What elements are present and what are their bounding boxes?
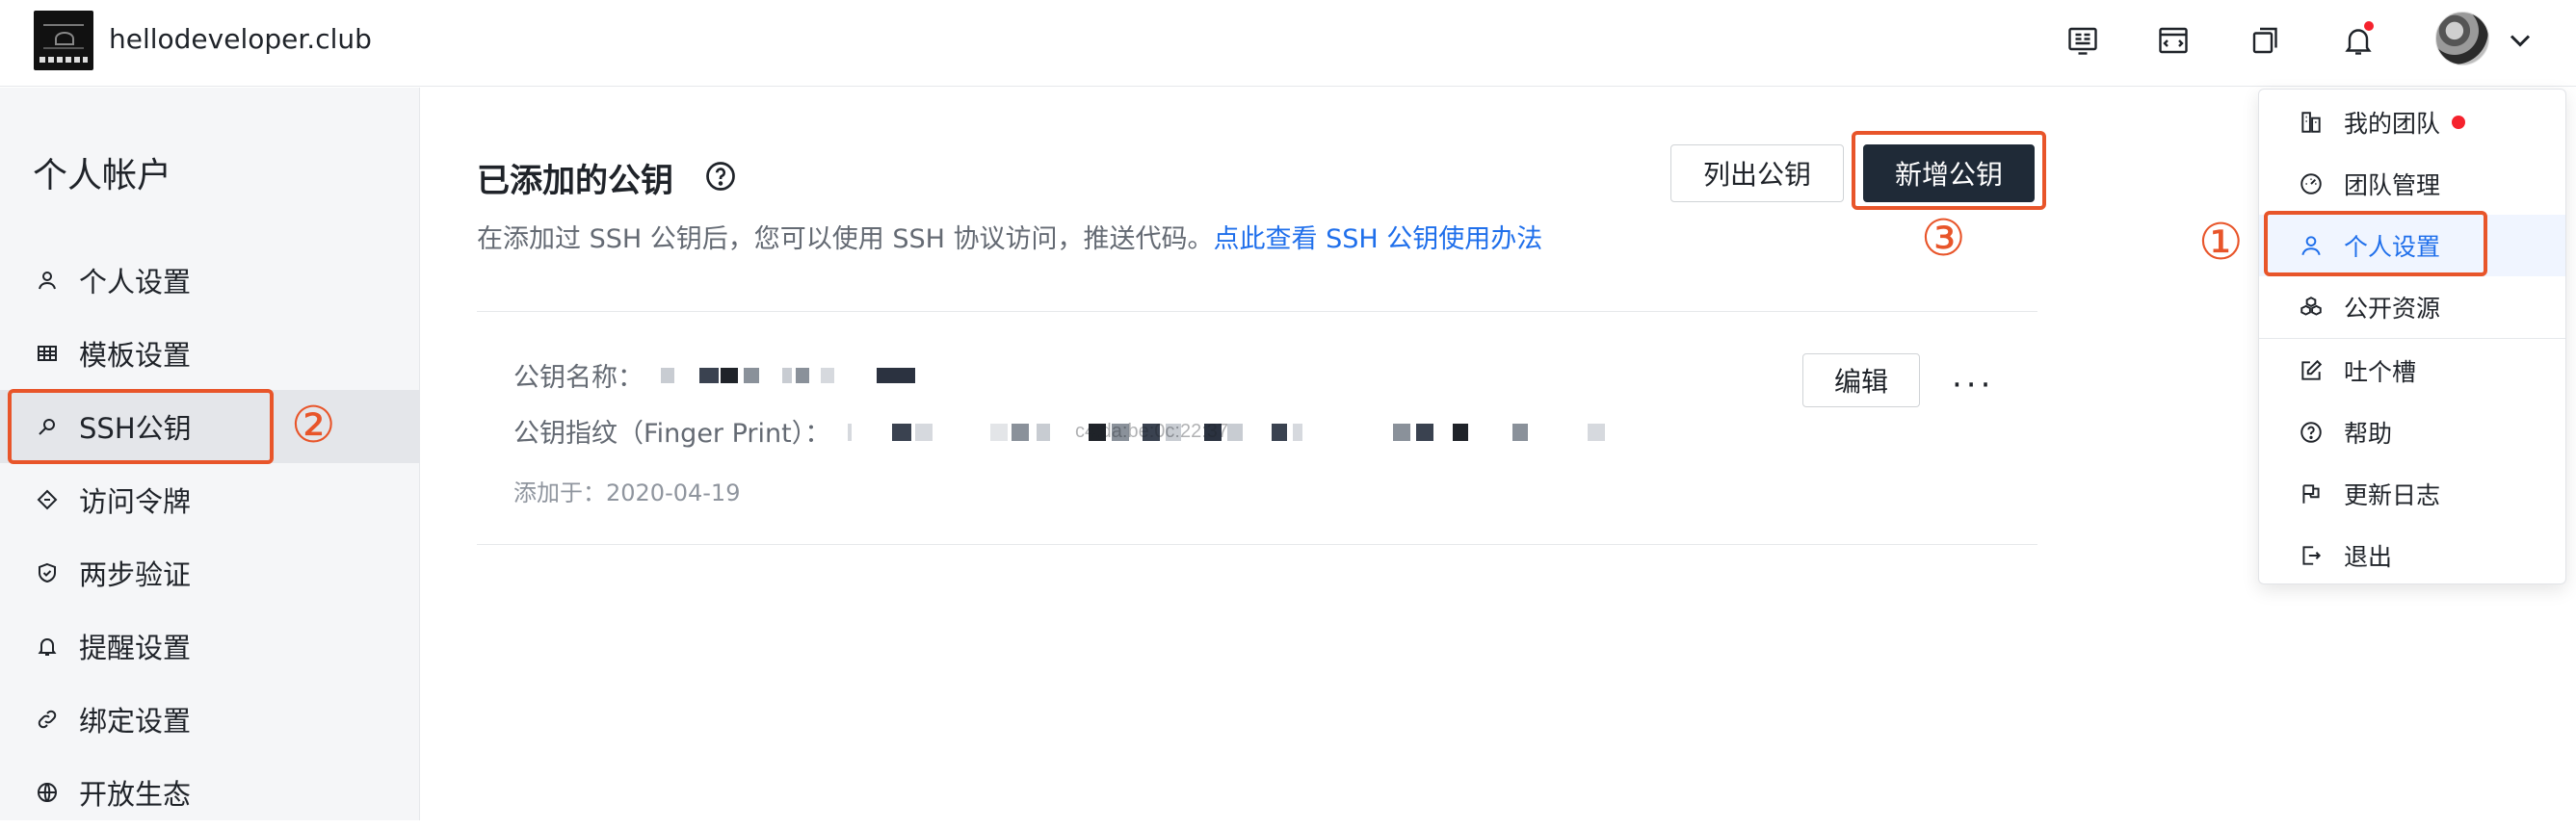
- copy-icon[interactable]: [2247, 21, 2285, 60]
- sidebar-item-open-ecosystem[interactable]: 开放生态: [0, 756, 420, 829]
- help-icon: [2298, 419, 2325, 446]
- key-name-redacted: [661, 366, 915, 385]
- key-added-date: 添加于：2020-04-19: [513, 479, 741, 506]
- top-bar: hellodeveloper.club: [0, 0, 2576, 87]
- sidebar-item-label: 开放生态: [79, 778, 192, 811]
- menu-item-logout[interactable]: 退出: [2259, 525, 2565, 586]
- divider-bottom: [477, 544, 2037, 545]
- user-icon: [2298, 232, 2325, 259]
- ticket-icon: [33, 485, 62, 514]
- sidebar-item-label: 模板设置: [79, 339, 192, 372]
- edit-key-button[interactable]: 编辑: [1802, 353, 1920, 407]
- menu-item-personal-settings[interactable]: 个人设置: [2259, 215, 2565, 276]
- globe-icon: [33, 778, 62, 807]
- menu-item-feedback[interactable]: 吐个槽: [2259, 340, 2565, 402]
- more-options-icon[interactable]: ···: [1952, 366, 1994, 404]
- sidebar: 个人帐户 个人设置 模板设置 SSH公钥 访问令牌 两步验证 提醒设置 绑定设置…: [0, 88, 420, 820]
- notification-dot: [2452, 116, 2466, 129]
- user-icon: [33, 266, 62, 295]
- menu-item-label: 吐个槽: [2344, 358, 2417, 386]
- table-icon: [33, 339, 62, 368]
- list-keys-button[interactable]: 列出公钥: [1670, 144, 1844, 202]
- sidebar-item-label: 绑定设置: [79, 705, 192, 738]
- annotation-number-3: ③: [1921, 210, 1966, 268]
- site-name[interactable]: hellodeveloper.club: [109, 23, 372, 55]
- calendar-window-icon[interactable]: [2154, 21, 2193, 60]
- add-key-button[interactable]: 新增公钥: [1863, 144, 2035, 202]
- user-dropdown-menu: 我的团队 团队管理 个人设置 公开资源 吐个槽 帮助 更新日志 退出: [2258, 89, 2566, 584]
- key-fingerprint-label: 公钥指纹（Finger Print）：: [513, 419, 831, 449]
- cubes-icon: [2298, 294, 2325, 321]
- menu-item-help[interactable]: 帮助: [2259, 402, 2565, 463]
- description-text: 在添加过 SSH 公钥后，您可以使用 SSH 协议访问，推送代码。: [477, 224, 1214, 254]
- help-icon[interactable]: [703, 159, 738, 194]
- logout-icon: [2298, 542, 2325, 569]
- avatar[interactable]: [2435, 12, 2489, 65]
- sidebar-item-label: 访问令牌: [79, 485, 192, 518]
- annotation-number-2: ②: [291, 397, 336, 454]
- bell-icon: [33, 632, 62, 661]
- sidebar-item-template-settings[interactable]: 模板设置: [0, 317, 420, 390]
- sidebar-item-label: 个人设置: [79, 266, 192, 298]
- sidebar-item-two-factor[interactable]: 两步验证: [0, 536, 420, 609]
- book-icon[interactable]: [2063, 21, 2102, 60]
- chevron-down-icon[interactable]: [2503, 23, 2537, 58]
- sidebar-item-bindings[interactable]: 绑定设置: [0, 683, 420, 756]
- sidebar-title: 个人帐户: [33, 156, 172, 195]
- sidebar-item-access-tokens[interactable]: 访问令牌: [0, 463, 420, 536]
- edit-icon: [2298, 357, 2325, 384]
- sidebar-item-label: 提醒设置: [79, 632, 192, 664]
- team-icon: [2298, 109, 2325, 136]
- divider-top: [477, 311, 2037, 312]
- menu-divider: [2259, 338, 2565, 339]
- page-description: 在添加过 SSH 公钥后，您可以使用 SSH 协议访问，推送代码。点此查看 SS…: [477, 218, 1542, 255]
- dashboard-icon: [2298, 170, 2325, 197]
- menu-item-label: 帮助: [2344, 420, 2393, 448]
- menu-item-label: 团队管理: [2344, 171, 2441, 199]
- notification-dot: [2362, 19, 2376, 33]
- sidebar-item-reminders[interactable]: 提醒设置: [0, 609, 420, 683]
- menu-item-changelog[interactable]: 更新日志: [2259, 463, 2565, 525]
- sidebar-item-label: 两步验证: [79, 558, 192, 591]
- menu-item-team-management[interactable]: 团队管理: [2259, 153, 2565, 215]
- menu-item-label: 个人设置: [2344, 233, 2441, 261]
- sidebar-item-label: SSH公钥: [79, 412, 192, 445]
- menu-item-public-resources[interactable]: 公开资源: [2259, 276, 2565, 338]
- menu-item-label: 公开资源: [2344, 295, 2441, 323]
- ssh-help-link[interactable]: 点此查看 SSH 公钥使用办法: [1214, 224, 1543, 254]
- sidebar-item-ssh-keys[interactable]: SSH公钥: [0, 390, 420, 463]
- menu-item-my-team[interactable]: 我的团队: [2259, 91, 2565, 153]
- key-fingerprint-redacted: c4:da:be:0c:22:37: [848, 421, 1609, 442]
- fingerprint-fragment: c4:da:be:0c:22:37: [1075, 422, 1228, 442]
- sidebar-item-personal-settings[interactable]: 个人设置: [0, 244, 420, 317]
- key-name-label: 公钥名称：: [513, 363, 644, 393]
- shield-icon: [33, 558, 62, 587]
- bell-icon[interactable]: [2339, 19, 2378, 60]
- key-icon: [33, 412, 62, 441]
- menu-item-label: 更新日志: [2344, 481, 2441, 509]
- link-icon: [33, 705, 62, 734]
- annotation-number-1: ①: [2198, 214, 2244, 272]
- site-logo[interactable]: [34, 11, 93, 70]
- menu-item-label: 退出: [2344, 543, 2393, 571]
- menu-item-label: 我的团队: [2344, 110, 2441, 138]
- flag-icon: [2298, 480, 2325, 507]
- page-title: 已添加的公钥: [477, 162, 673, 200]
